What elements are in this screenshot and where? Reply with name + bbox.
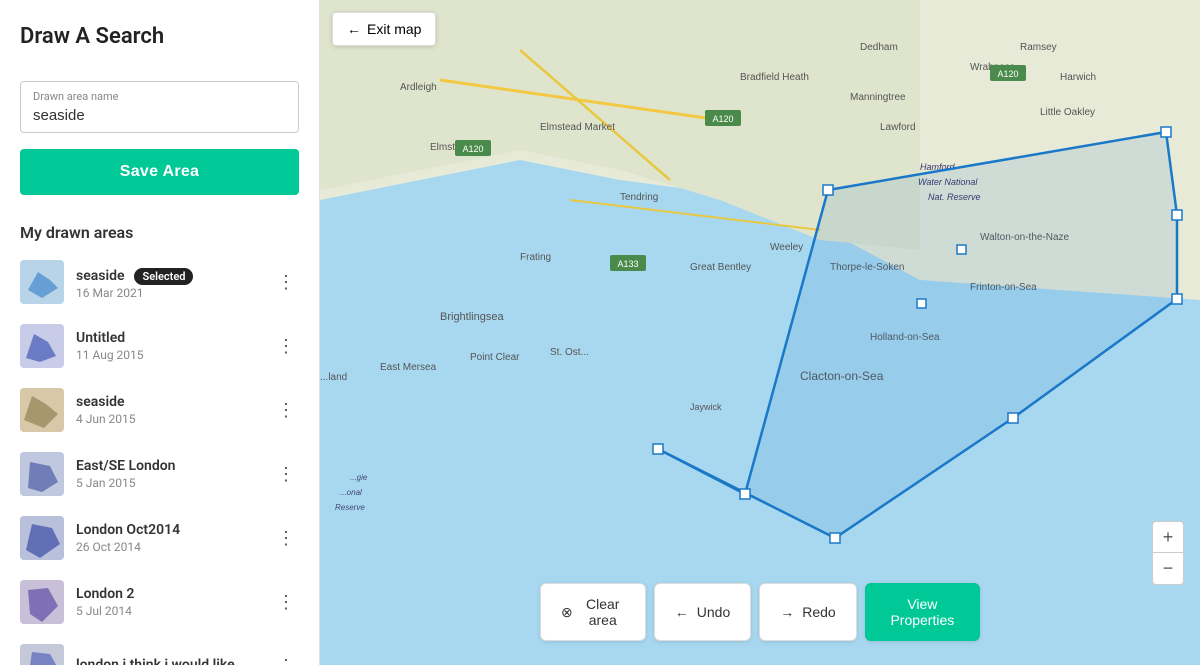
area-menu-button[interactable]: ⋮ bbox=[273, 524, 299, 553]
map-container[interactable]: Ardleigh Elmstead Elmstead Market Tendri… bbox=[320, 0, 1200, 665]
svg-text:Elmstead Market: Elmstead Market bbox=[540, 122, 615, 133]
map-toolbar: ⊗ Clear area ← Undo → Redo View Properti… bbox=[540, 583, 980, 641]
area-name-label: Drawn area name bbox=[33, 90, 286, 103]
svg-text:...gie: ...gie bbox=[350, 473, 368, 482]
svg-text:...onal: ...onal bbox=[340, 488, 362, 497]
area-menu-button[interactable]: ⋮ bbox=[273, 460, 299, 489]
area-name: london i think i would like bbox=[76, 657, 261, 665]
my-areas-title: My drawn areas bbox=[0, 211, 319, 250]
selected-badge: Selected bbox=[134, 268, 193, 285]
area-menu-button[interactable]: ⋮ bbox=[273, 588, 299, 617]
redo-icon: → bbox=[780, 604, 794, 620]
clear-icon: ⊗ bbox=[561, 604, 573, 621]
svg-text:Bradfield Heath: Bradfield Heath bbox=[740, 72, 809, 83]
area-menu-button[interactable]: ⋮ bbox=[273, 268, 299, 297]
svg-text:Tendring: Tendring bbox=[620, 192, 658, 203]
svg-text:Frating: Frating bbox=[520, 252, 551, 263]
exit-map-label: Exit map bbox=[367, 21, 421, 37]
page-title: Draw A Search bbox=[0, 0, 319, 65]
zoom-out-button[interactable]: − bbox=[1152, 553, 1184, 585]
area-name: East/SE London bbox=[76, 458, 261, 474]
input-section: Drawn area name bbox=[0, 65, 319, 149]
area-thumbnail bbox=[20, 388, 64, 432]
view-properties-label: View Properties bbox=[886, 596, 959, 628]
undo-label: Undo bbox=[697, 604, 730, 620]
svg-text:Dedham: Dedham bbox=[860, 42, 898, 53]
svg-text:Great Bentley: Great Bentley bbox=[690, 262, 751, 273]
list-item[interactable]: london i think i would like ⋮ bbox=[0, 634, 319, 665]
area-menu-button[interactable]: ⋮ bbox=[273, 652, 299, 665]
area-info: london i think i would like bbox=[76, 657, 261, 665]
svg-text:Manningtree: Manningtree bbox=[850, 92, 906, 103]
clear-area-button[interactable]: ⊗ Clear area bbox=[540, 583, 646, 641]
svg-text:Brightlingsea: Brightlingsea bbox=[440, 311, 504, 323]
area-thumbnail bbox=[20, 324, 64, 368]
save-area-button[interactable]: Save Area bbox=[20, 149, 299, 195]
area-name: seaside bbox=[76, 394, 261, 410]
area-menu-button[interactable]: ⋮ bbox=[273, 332, 299, 361]
area-thumbnail bbox=[20, 260, 64, 304]
svg-text:Jaywick: Jaywick bbox=[690, 402, 722, 412]
area-date: 4 Jun 2015 bbox=[76, 412, 261, 426]
list-item[interactable]: seaside Selected 16 Mar 2021 ⋮ bbox=[0, 250, 319, 314]
list-item[interactable]: London Oct2014 26 Oct 2014 ⋮ bbox=[0, 506, 319, 570]
area-info: seaside Selected 16 Mar 2021 bbox=[76, 265, 261, 300]
area-name: seaside bbox=[76, 268, 125, 284]
undo-button[interactable]: ← Undo bbox=[654, 583, 751, 641]
redo-button[interactable]: → Redo bbox=[759, 583, 856, 641]
clear-area-label: Clear area bbox=[581, 596, 625, 628]
area-info: East/SE London 5 Jan 2015 bbox=[76, 458, 261, 490]
svg-text:Lawford: Lawford bbox=[880, 122, 916, 133]
svg-text:St. Ost...: St. Ost... bbox=[550, 347, 589, 358]
area-name: Untitled bbox=[76, 330, 261, 346]
svg-text:A120: A120 bbox=[462, 144, 483, 154]
sidebar: Draw A Search Drawn area name Save Area … bbox=[0, 0, 320, 665]
area-menu-button[interactable]: ⋮ bbox=[273, 396, 299, 425]
svg-text:Ramsey: Ramsey bbox=[1020, 42, 1057, 53]
area-info: London 2 5 Jul 2014 bbox=[76, 586, 261, 618]
area-list: seaside Selected 16 Mar 2021 ⋮ Untitled … bbox=[0, 250, 319, 665]
svg-text:Reserve: Reserve bbox=[335, 503, 365, 512]
undo-icon: ← bbox=[675, 604, 689, 620]
area-date: 5 Jan 2015 bbox=[76, 476, 261, 490]
svg-text:Little Oakley: Little Oakley bbox=[1040, 107, 1095, 118]
svg-text:Harwich: Harwich bbox=[1060, 72, 1096, 83]
area-info: Untitled 11 Aug 2015 bbox=[76, 330, 261, 362]
list-item[interactable]: East/SE London 5 Jan 2015 ⋮ bbox=[0, 442, 319, 506]
svg-text:A120: A120 bbox=[997, 69, 1018, 79]
area-thumbnail bbox=[20, 452, 64, 496]
redo-label: Redo bbox=[802, 604, 835, 620]
area-date: 5 Jul 2014 bbox=[76, 604, 261, 618]
area-thumbnail bbox=[20, 516, 64, 560]
area-thumbnail bbox=[20, 644, 64, 665]
area-name-input[interactable] bbox=[33, 107, 286, 124]
svg-text:A120: A120 bbox=[712, 114, 733, 124]
area-name: London Oct2014 bbox=[76, 522, 261, 538]
area-info: London Oct2014 26 Oct 2014 bbox=[76, 522, 261, 554]
svg-text:Weeley: Weeley bbox=[770, 242, 803, 253]
exit-map-button[interactable]: ← Exit map bbox=[332, 12, 436, 46]
zoom-controls: + − bbox=[1152, 521, 1184, 585]
area-date: 11 Aug 2015 bbox=[76, 348, 261, 362]
area-name-input-wrapper[interactable]: Drawn area name bbox=[20, 81, 299, 133]
svg-text:...land: ...land bbox=[320, 372, 347, 383]
list-item[interactable]: Untitled 11 Aug 2015 ⋮ bbox=[0, 314, 319, 378]
svg-text:Point Clear: Point Clear bbox=[470, 352, 520, 363]
area-info: seaside 4 Jun 2015 bbox=[76, 394, 261, 426]
area-name: London 2 bbox=[76, 586, 261, 602]
area-thumbnail bbox=[20, 580, 64, 624]
svg-text:Ardleigh: Ardleigh bbox=[400, 82, 437, 93]
svg-text:East Mersea: East Mersea bbox=[380, 362, 437, 373]
view-properties-button[interactable]: View Properties bbox=[865, 583, 980, 641]
svg-text:A133: A133 bbox=[617, 259, 638, 269]
list-item[interactable]: London 2 5 Jul 2014 ⋮ bbox=[0, 570, 319, 634]
area-date: 16 Mar 2021 bbox=[76, 286, 261, 300]
arrow-left-icon: ← bbox=[347, 21, 361, 37]
zoom-in-button[interactable]: + bbox=[1152, 521, 1184, 553]
area-date: 26 Oct 2014 bbox=[76, 540, 261, 554]
list-item[interactable]: seaside 4 Jun 2015 ⋮ bbox=[0, 378, 319, 442]
